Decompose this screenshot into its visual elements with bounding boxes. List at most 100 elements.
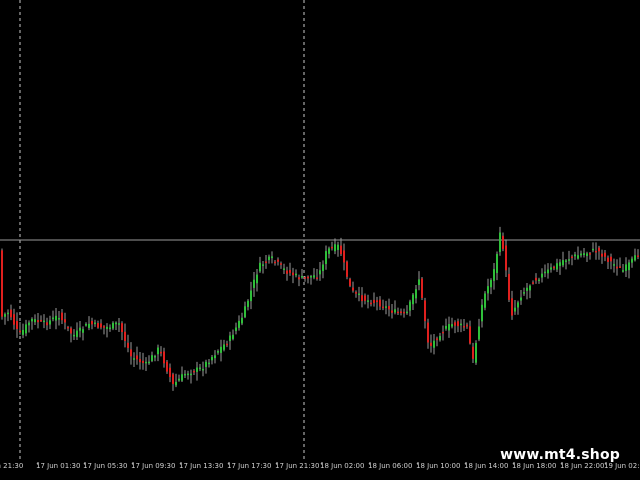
candle-body bbox=[589, 253, 591, 255]
candle-body bbox=[346, 261, 348, 277]
candle-body bbox=[76, 330, 78, 337]
candle-body bbox=[13, 314, 15, 325]
candle-body bbox=[598, 247, 600, 252]
candle-body bbox=[100, 323, 102, 328]
candle-body bbox=[451, 324, 453, 327]
candle-body bbox=[46, 322, 48, 326]
candle-body bbox=[439, 336, 441, 341]
candle-body bbox=[112, 322, 114, 329]
candle-body bbox=[166, 361, 168, 372]
candle-body bbox=[430, 342, 432, 346]
candle-body bbox=[463, 326, 465, 328]
candle-body bbox=[193, 370, 195, 373]
candle-body bbox=[184, 373, 186, 376]
candle-body bbox=[373, 299, 375, 303]
candle-body bbox=[94, 322, 96, 325]
candle-body bbox=[40, 319, 42, 322]
candle-body bbox=[499, 232, 501, 252]
candle-body bbox=[139, 358, 141, 363]
time-tick-label: 18 Jun 18:00 bbox=[512, 462, 556, 470]
candle-body bbox=[532, 282, 534, 284]
candle-body bbox=[208, 362, 210, 365]
candle-body bbox=[280, 263, 282, 265]
candle-body bbox=[268, 256, 270, 261]
candle-body bbox=[505, 245, 507, 271]
candle-body bbox=[22, 329, 24, 335]
candle-body bbox=[613, 264, 615, 266]
candle-body bbox=[205, 361, 207, 367]
candle-body bbox=[478, 326, 480, 340]
candle-body bbox=[292, 272, 294, 276]
candle-body bbox=[271, 256, 273, 259]
candle-body bbox=[601, 253, 603, 257]
candle-body bbox=[175, 381, 177, 386]
time-tick-label: Jun 21:30 bbox=[0, 462, 23, 470]
time-tick-label: 18 Jun 02:00 bbox=[320, 462, 364, 470]
candle-body bbox=[52, 317, 54, 320]
candle-body bbox=[610, 256, 612, 262]
candle-body bbox=[619, 266, 621, 268]
candle-body bbox=[79, 327, 81, 331]
candle-body bbox=[586, 253, 588, 256]
candle-body bbox=[10, 309, 12, 318]
candle-body bbox=[58, 318, 60, 320]
candle-body bbox=[592, 248, 594, 251]
candle-body bbox=[424, 300, 426, 322]
candle-body bbox=[520, 297, 522, 301]
time-axis: Jun 21:30 17 Jun 01:3017 Jun 05:30 17 Jun … bbox=[0, 462, 640, 470]
candle-body bbox=[187, 373, 189, 376]
candle-body bbox=[265, 261, 267, 263]
candle-body bbox=[178, 378, 180, 381]
candle-body bbox=[91, 320, 93, 325]
candle-body bbox=[241, 317, 243, 324]
time-tick-label: 18 Jun 06:00 bbox=[368, 462, 412, 470]
candle-body bbox=[409, 301, 411, 311]
candle-body bbox=[445, 325, 447, 329]
candle-body bbox=[310, 276, 312, 278]
candle-body bbox=[553, 266, 555, 269]
candle-body bbox=[421, 278, 423, 298]
candle-body bbox=[484, 293, 486, 308]
candle-body bbox=[433, 340, 435, 348]
time-tick-label: 18 Jun 22:00 bbox=[560, 462, 604, 470]
candle-body bbox=[145, 361, 147, 364]
candle-body bbox=[565, 260, 567, 262]
candle-body bbox=[181, 374, 183, 381]
candle-body bbox=[31, 318, 33, 322]
candle-body bbox=[397, 311, 399, 314]
candle-body bbox=[43, 320, 45, 323]
chart-canvas[interactable]: Jun 21:30 17 Jun 01:3017 Jun 05:30 17 Jun … bbox=[0, 0, 640, 480]
candle-body bbox=[160, 351, 162, 354]
candle-body bbox=[73, 334, 75, 337]
candle-body bbox=[481, 304, 483, 322]
candle-body bbox=[4, 314, 6, 317]
candle-body bbox=[637, 255, 639, 257]
candle-body bbox=[379, 299, 381, 307]
candle-body bbox=[256, 274, 258, 284]
candle-body bbox=[628, 262, 630, 271]
candle-body bbox=[19, 330, 21, 333]
candle-body bbox=[61, 312, 63, 321]
candle-body bbox=[364, 295, 366, 301]
time-tick-label: 19 Jun 02:0 bbox=[604, 462, 640, 470]
candle-body bbox=[391, 310, 393, 313]
time-tick-label: 17 Jun 09:30 bbox=[131, 462, 175, 470]
candle-body bbox=[418, 279, 420, 286]
candle-body bbox=[358, 293, 360, 296]
price-chart[interactable]: Jun 21:30 17 Jun 01:3017 Jun 05:30 17 Jun … bbox=[0, 0, 640, 480]
candle-body bbox=[559, 262, 561, 266]
candle-body bbox=[250, 290, 252, 302]
candle-body bbox=[496, 253, 498, 274]
candle-body bbox=[298, 277, 300, 280]
candle-body bbox=[526, 287, 528, 291]
candle-body bbox=[259, 262, 261, 272]
candle-body bbox=[349, 278, 351, 286]
candle-body bbox=[238, 320, 240, 328]
candle-body bbox=[442, 331, 444, 334]
candle-body bbox=[475, 342, 477, 363]
candle-body bbox=[436, 338, 438, 341]
candle-body bbox=[163, 351, 165, 364]
candle-body bbox=[535, 277, 537, 281]
candle-body bbox=[622, 270, 624, 272]
candle-body bbox=[523, 292, 525, 294]
